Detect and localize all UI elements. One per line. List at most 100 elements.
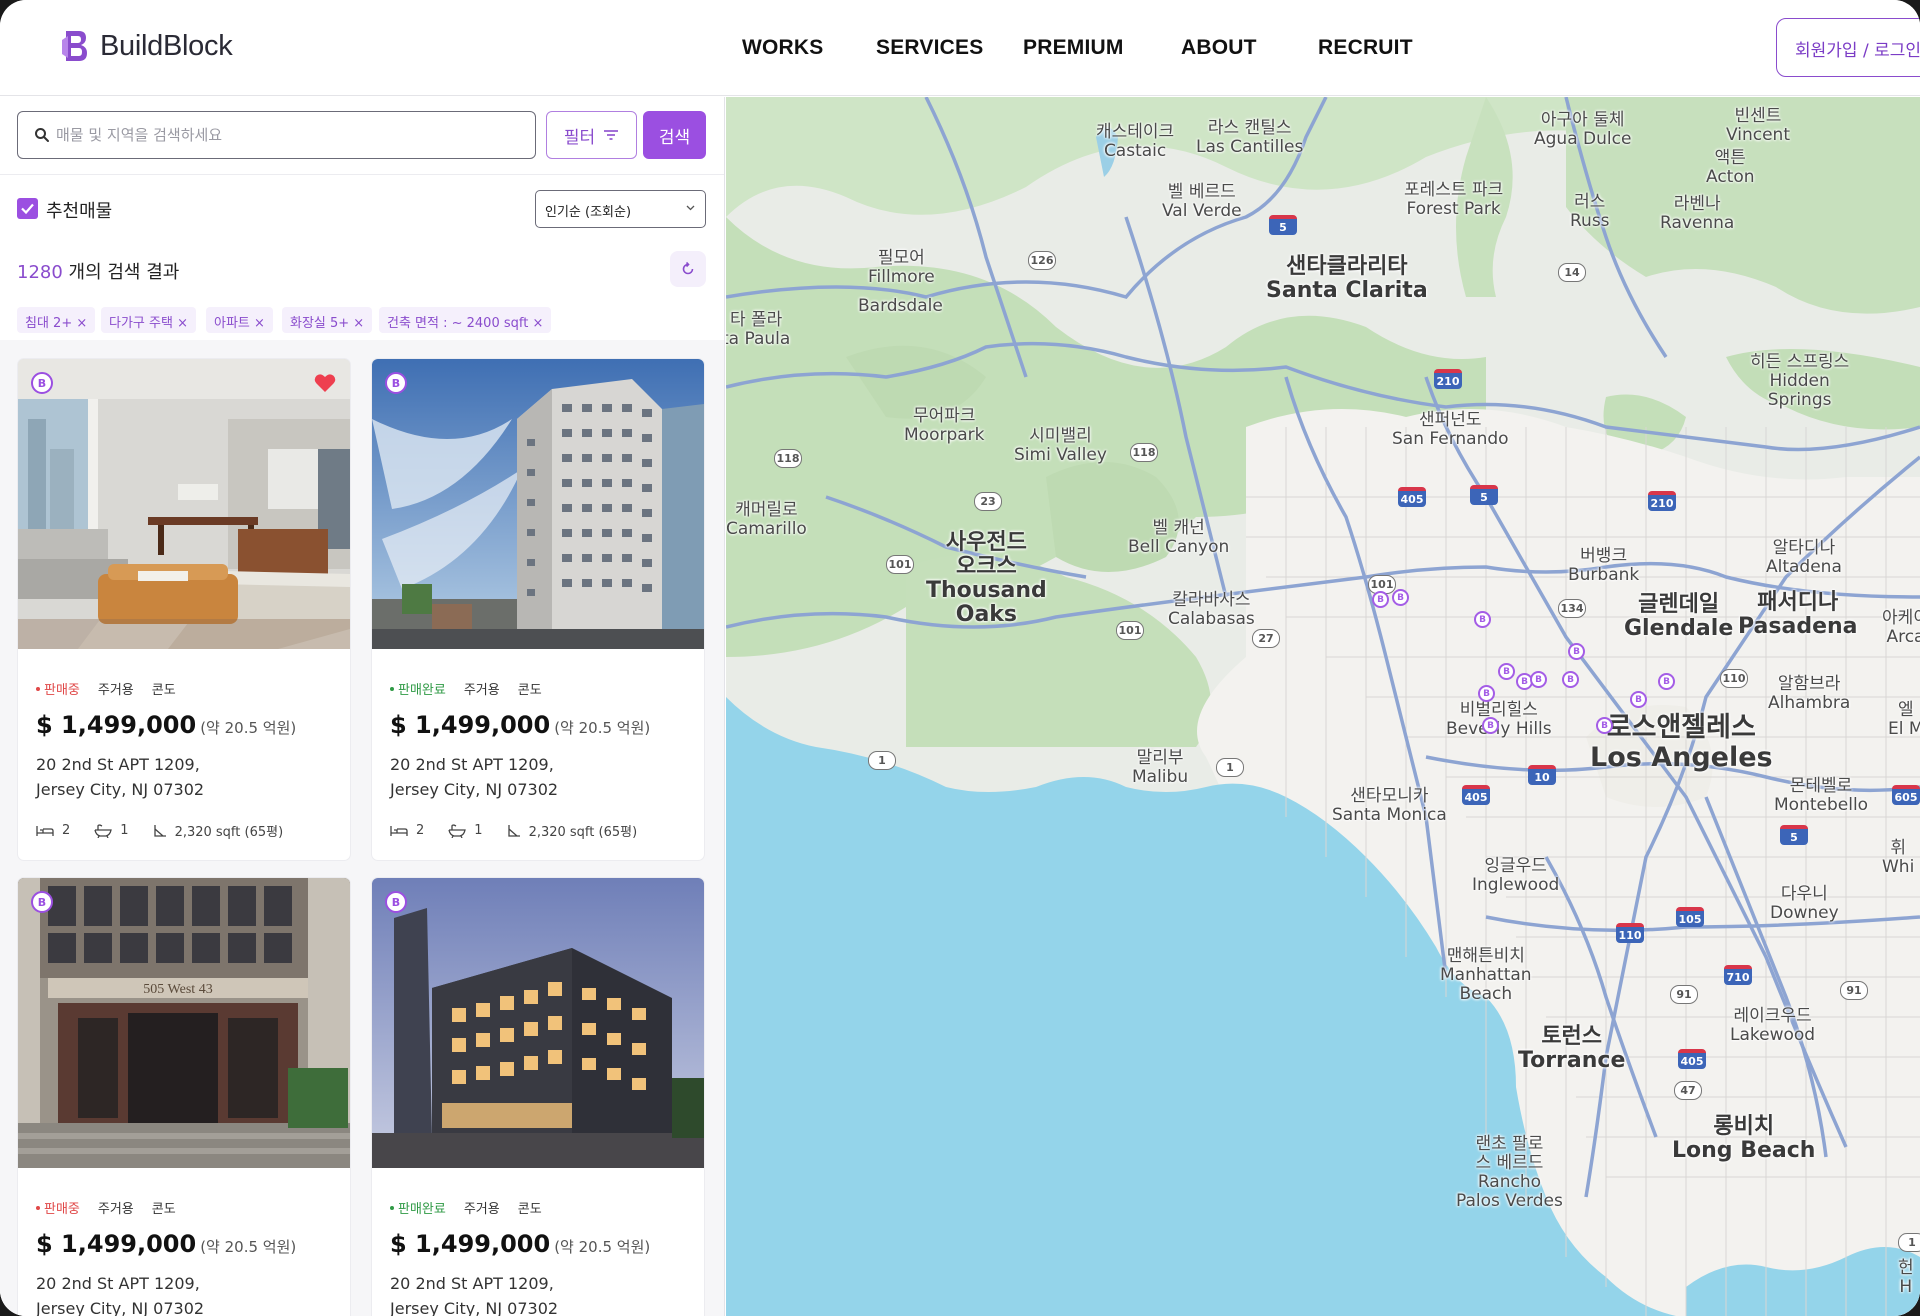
listing-card[interactable]: B 판매완료 주거용 콘도 $ 1,499,000 (약 20.5 억원) 20 … [372,878,704,1316]
highway-shield-r47: 47 [1674,1081,1702,1100]
filter-chip-beds[interactable]: 침대 2+ × [17,307,96,333]
highway-shield-r134: 134 [1558,599,1586,618]
highway-shield-r126: 126 [1028,251,1056,270]
map-label-forest-park: 포레스트 파크 Forest Park [1404,180,1504,219]
map-label-malibu: 말리부 Malibu [1132,748,1189,787]
map-label-glendale: 글렌데일 Glendale [1624,592,1734,641]
buildblock-logo-icon [62,31,87,61]
map-label-camarillo: 캐머릴로 Camarillo [726,500,807,539]
buildblock-badge-icon: B [31,891,53,913]
listing-specs: 2 1 2,320 sqft (65평) [390,821,637,840]
nav-works[interactable]: WORKS [742,36,824,60]
apartment-dusk-photo [372,878,704,1168]
highway-shield-r118-east: 118 [1130,443,1158,462]
map-listing-pin[interactable]: B [1658,673,1675,690]
address-line-2: Jersey City, NJ 07302 [36,1299,205,1316]
nav-services[interactable]: SERVICES [876,36,983,60]
map-label-altadena: 알타디나 Altadena [1766,538,1842,577]
filter-chip-area[interactable]: 건축 면적 : ~ 2400 sqft × [379,307,552,333]
highway-shield-r1-south: 1 [1898,1233,1920,1252]
map-label-las-cantilles: 라스 캔틸스 Las Cantilles [1196,118,1304,157]
map-label-agua-dulce: 아구아 둘체 Agua Dulce [1534,110,1632,149]
map-label-rancho-palos-verdes: 랜초 팔로 스 베르드 Rancho Palos Verdes [1456,1134,1563,1211]
map-listing-pin[interactable]: B [1562,671,1579,688]
map-listing-pin[interactable]: B [1530,671,1547,688]
highway-shield-i105: 105 [1676,907,1704,927]
listing-specs: 2 1 2,320 sqft (65평) [36,821,283,840]
map-listing-pin[interactable]: B [1630,691,1647,708]
map-label-bell-canyon: 벨 캐넌 Bell Canyon [1128,518,1230,557]
brand-logo[interactable]: BuildBlock [60,28,233,64]
map-listing-pin[interactable]: B [1474,611,1491,628]
reset-filters-button[interactable] [670,251,706,287]
sort-select[interactable]: 인기순 (조회순) [535,190,706,228]
listing-photo: 505 West 43 [18,878,350,1168]
map-listing-pin[interactable]: B [1596,717,1613,734]
buildblock-badge-icon: B [31,372,53,394]
map-listing-pin[interactable]: B [1482,717,1499,734]
highway-shield-r101-calabasas: 101 [1116,621,1144,640]
highway-shield-i5-la: 5 [1780,825,1808,845]
bath-icon [448,823,467,838]
search-input[interactable] [56,122,526,148]
map-listing-pin[interactable]: B [1498,663,1515,680]
address-line-2: Jersey City, NJ 07302 [36,780,205,799]
favorite-heart-icon[interactable] [314,373,336,393]
listing-kind: 콘도 [151,683,176,698]
highway-shield-r110-north: 110 [1720,669,1748,688]
listing-price: $ 1,499,000 (약 20.5 억원) [390,711,651,739]
map-label-san-fernando: 샌퍼넌도 San Fernando [1392,410,1509,449]
login-signup-button[interactable]: 회원가입 / 로그인 [1776,18,1920,77]
nav-premium[interactable]: PREMIUM [1023,36,1124,60]
map-label-val-verde: 벨 베르드 Val Verde [1162,182,1242,221]
map-view[interactable]: 라스 캔틸스 Las Cantilles 캐스테이크 Castaic 아구아 둘체 A… [726,97,1920,1316]
highway-shield-i210-sf: 210 [1434,369,1462,389]
filter-chip-multifamily[interactable]: 다가구 주택 × [101,307,196,333]
highway-shield-i605: 605 [1892,785,1920,805]
search-button[interactable]: 검색 [643,111,706,159]
top-header: BuildBlock WORKS SERVICES PREMIUM ABOUT … [0,0,1920,96]
divider [0,174,724,175]
listing-card[interactable]: B 판매완료 주거용 콘도 $ 1,499,000 (약 20.5 억원) 20 … [372,359,704,860]
area-icon [507,824,520,837]
filter-chip-bathrooms[interactable]: 화장실 5+ × [282,307,373,333]
price-krw: (약 20.5 억원) [200,719,297,737]
map-label-torrance: 토런스 Torrance [1518,1024,1626,1073]
map-listing-pin[interactable]: B [1568,643,1585,660]
filter-icon [604,130,619,140]
highway-shield-r1-malibu: 1 [1216,758,1244,777]
highway-shield-r101: 101 [886,555,914,574]
bath-icon [94,823,113,838]
price-krw: (약 20.5 억원) [200,1238,297,1256]
nav-about[interactable]: ABOUT [1181,36,1257,60]
result-count-suffix: 개의 검색 결과 [62,262,180,283]
beds-count: 2 [62,823,71,838]
highway-shield-i110: 110 [1616,923,1644,943]
highway-shield-r14: 14 [1558,263,1586,282]
listing-card[interactable]: B 판매중 주거용 콘도 $ 1,499,000 (약 20.5 억원) 20 2… [18,359,350,860]
baths-count: 1 [120,823,129,838]
map-listing-pin[interactable]: B [1392,589,1409,606]
highrise-photo [372,359,704,649]
listing-card[interactable]: 505 West 43 B 판매중 주거용 콘도 $ 1,499,000 (약 … [18,878,350,1316]
building-sign: 505 West 43 [143,982,212,997]
beds-count: 2 [416,823,425,838]
map-listing-pin[interactable]: B [1372,591,1389,608]
buildblock-badge-icon: B [385,372,407,394]
highway-shield-i405-sf: 405 [1398,487,1426,507]
recommended-label: 추천매물 [46,201,113,222]
map-label-santa-clarita: 샌타클라리타 Santa Clarita [1266,254,1428,303]
bed-icon [36,825,54,836]
listing-tags: 판매중 주거용 콘도 [36,1198,176,1217]
filter-button[interactable]: 필터 [546,111,637,159]
listing-use: 주거용 [463,683,500,698]
map-listing-pin[interactable]: B [1478,685,1495,702]
recommended-checkbox[interactable] [17,198,38,219]
listing-photo [372,359,704,649]
highway-shield-r27: 27 [1252,629,1280,648]
listing-grid: B 판매중 주거용 콘도 $ 1,499,000 (약 20.5 억원) 20 2… [0,359,724,1316]
map-label-los-angeles: 로스앤젤레스 Los Angeles [1590,712,1773,773]
nav-recruit[interactable]: RECRUIT [1318,36,1413,60]
filter-chip-apartment[interactable]: 아파트 × [206,307,273,333]
map-label-vincent: 빈센트 Vincent [1726,106,1790,145]
